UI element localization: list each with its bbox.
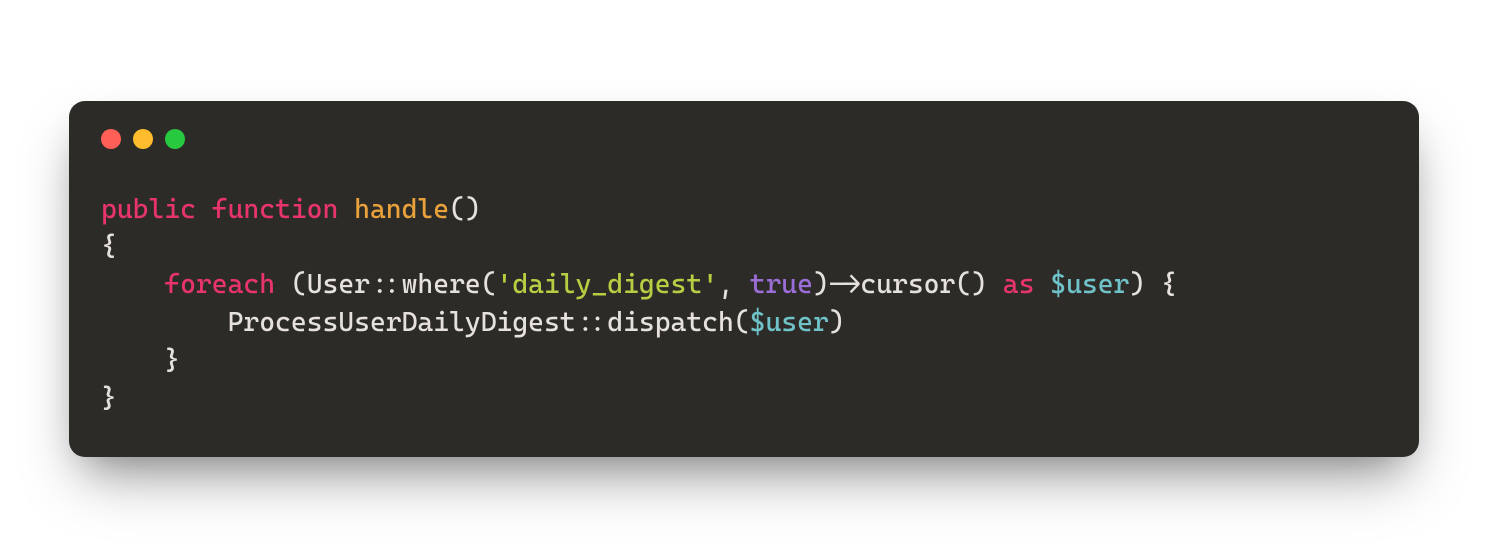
space <box>196 194 212 225</box>
indent <box>101 345 164 376</box>
indent <box>101 307 228 338</box>
variable-user: $user <box>1050 269 1129 300</box>
keyword-function: function <box>212 194 339 225</box>
string-literal: 'daily_digest' <box>497 269 718 300</box>
brace-close: } <box>164 345 180 376</box>
keyword-as: as <box>1003 269 1035 300</box>
dispatch-call: ProcessUserDailyDigest::dispatch( <box>228 307 750 338</box>
keyword-foreach: foreach <box>164 269 275 300</box>
paren-close: ) <box>829 307 845 338</box>
comma: , <box>718 269 750 300</box>
code-block: public function handle() { foreach (User… <box>101 191 1387 418</box>
brace-open: { <box>101 231 117 262</box>
space <box>338 194 354 225</box>
space <box>275 269 291 300</box>
keyword-public: public <box>101 194 196 225</box>
chain-call: )->cursor() <box>813 269 1003 300</box>
window-titlebar <box>101 129 1387 149</box>
paren-open: ( <box>291 269 307 300</box>
tail: ) { <box>1129 269 1176 300</box>
function-name: handle <box>354 194 449 225</box>
indent <box>101 269 164 300</box>
code-window: public function handle() { foreach (User… <box>69 101 1419 458</box>
boolean-literal: true <box>750 269 813 300</box>
class-call: User::where( <box>307 269 497 300</box>
window-maximize-icon[interactable] <box>165 129 185 149</box>
window-minimize-icon[interactable] <box>133 129 153 149</box>
window-close-icon[interactable] <box>101 129 121 149</box>
parentheses: () <box>449 194 481 225</box>
variable-user: $user <box>750 307 829 338</box>
brace-close: } <box>101 383 117 414</box>
space <box>1034 269 1050 300</box>
